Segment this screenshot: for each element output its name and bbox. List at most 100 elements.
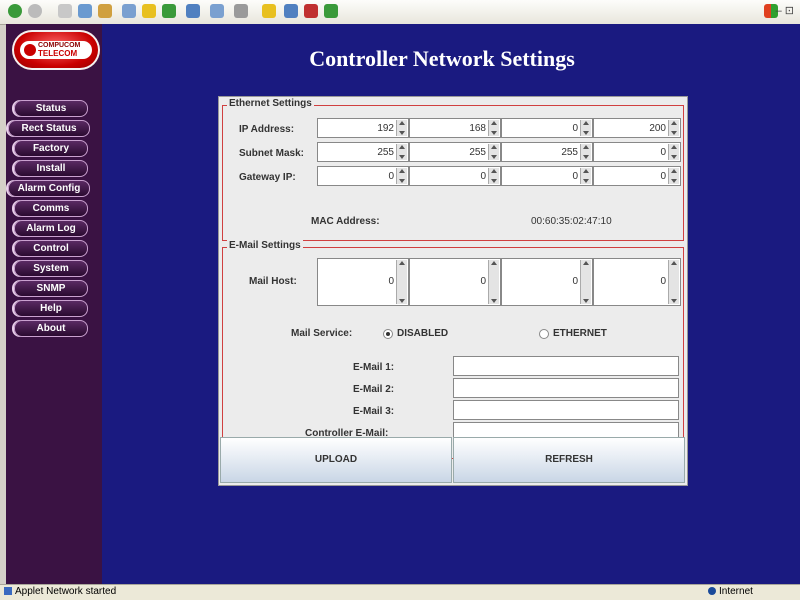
gateway-octet-4-spinner[interactable]: 0 xyxy=(593,166,681,186)
spin-down-icon[interactable] xyxy=(399,179,405,183)
mail-service-disabled-radio[interactable] xyxy=(383,329,393,339)
discuss-icon[interactable] xyxy=(284,4,298,18)
ip-octet-4-spinner[interactable]: 200 xyxy=(593,118,681,138)
spin-up-icon[interactable] xyxy=(583,169,589,173)
spin-down-icon[interactable] xyxy=(671,155,677,159)
stop-icon[interactable] xyxy=(58,4,72,18)
spin-down-icon[interactable] xyxy=(491,299,497,303)
ip-octet-1-spinner[interactable]: 192 xyxy=(317,118,409,138)
spin-down-icon[interactable] xyxy=(583,179,589,183)
mail-host-octet-4-spinner[interactable]: 0 xyxy=(593,258,681,306)
page-content: COMPUCOM TELECOM Status Rect Status Fact… xyxy=(6,24,800,584)
mail-host-octet-3-spinner[interactable]: 0 xyxy=(501,258,593,306)
ip-octet-2-spinner[interactable]: 168 xyxy=(409,118,501,138)
ethernet-settings-label: Ethernet Settings xyxy=(227,98,314,109)
email-1-field[interactable] xyxy=(453,356,679,376)
subnet-octet-4-spinner[interactable]: 0 xyxy=(593,142,681,162)
mail-host-octet-1-spinner[interactable]: 0 xyxy=(317,258,409,306)
spin-up-icon[interactable] xyxy=(671,261,677,265)
company-logo: COMPUCOM TELECOM xyxy=(12,30,100,70)
gateway-octet-3-spinner[interactable]: 0 xyxy=(501,166,593,186)
research-icon[interactable] xyxy=(324,4,338,18)
sidebar-item-snmp[interactable]: SNMP xyxy=(14,280,88,297)
spin-down-icon[interactable] xyxy=(671,179,677,183)
favorites-icon[interactable] xyxy=(142,4,156,18)
spin-up-icon[interactable] xyxy=(583,121,589,125)
mail-host-label: Mail Host: xyxy=(249,276,297,287)
mail-service-disabled-label[interactable]: DISABLED xyxy=(397,328,448,339)
media-icon[interactable] xyxy=(162,4,176,18)
spin-down-icon[interactable] xyxy=(399,131,405,135)
spin-down-icon[interactable] xyxy=(583,299,589,303)
messenger-icon[interactable] xyxy=(304,4,318,18)
sidebar-item-alarm-config[interactable]: Alarm Config xyxy=(8,180,90,197)
sidebar-item-status[interactable]: Status xyxy=(14,100,88,117)
subnet-octet-2-spinner[interactable]: 255 xyxy=(409,142,501,162)
sidebar-item-control[interactable]: Control xyxy=(14,240,88,257)
spin-down-icon[interactable] xyxy=(583,155,589,159)
subnet-octet-1-spinner[interactable]: 255 xyxy=(317,142,409,162)
refresh-button[interactable]: REFRESH xyxy=(453,437,685,483)
email-settings-label: E-Mail Settings xyxy=(227,240,303,251)
upload-button[interactable]: UPLOAD xyxy=(220,437,452,483)
spin-up-icon[interactable] xyxy=(399,261,405,265)
history-icon[interactable] xyxy=(186,4,200,18)
mail-host-octet-2-spinner[interactable]: 0 xyxy=(409,258,501,306)
search-icon[interactable] xyxy=(122,4,136,18)
subnet-octet-3-spinner[interactable]: 255 xyxy=(501,142,593,162)
spin-up-icon[interactable] xyxy=(671,145,677,149)
sidebar-item-about[interactable]: About xyxy=(14,320,88,337)
spin-up-icon[interactable] xyxy=(491,261,497,265)
ip-octet-3-spinner[interactable]: 0 xyxy=(501,118,593,138)
sidebar-item-factory[interactable]: Factory xyxy=(14,140,88,157)
spin-down-icon[interactable] xyxy=(583,131,589,135)
spin-up-icon[interactable] xyxy=(583,145,589,149)
browser-statusbar: Applet Network started Internet xyxy=(0,584,800,600)
forward-icon[interactable] xyxy=(28,4,42,18)
sidebar: COMPUCOM TELECOM Status Rect Status Fact… xyxy=(6,24,102,584)
spin-down-icon[interactable] xyxy=(399,155,405,159)
sidebar-item-rect-status[interactable]: Rect Status xyxy=(8,120,90,137)
sidebar-item-system[interactable]: System xyxy=(14,260,88,277)
gateway-octet-2-spinner[interactable]: 0 xyxy=(409,166,501,186)
sidebar-item-install[interactable]: Install xyxy=(14,160,88,177)
applet-icon xyxy=(4,587,12,595)
gateway-ip-label: Gateway IP: xyxy=(239,172,296,183)
mail-service-ethernet-radio[interactable] xyxy=(539,329,549,339)
spin-down-icon[interactable] xyxy=(399,299,405,303)
home-icon[interactable] xyxy=(98,4,112,18)
spin-up-icon[interactable] xyxy=(399,169,405,173)
email-1-label: E-Mail 1: xyxy=(353,362,395,373)
ip-address-label: IP Address: xyxy=(239,124,295,135)
email-settings-group: E-Mail Settings Mail Host: 0 0 0 0 Mail … xyxy=(222,240,684,459)
status-text: Applet Network started xyxy=(15,586,117,597)
print-icon[interactable] xyxy=(234,4,248,18)
spin-down-icon[interactable] xyxy=(491,179,497,183)
email-2-field[interactable] xyxy=(453,378,679,398)
spin-up-icon[interactable] xyxy=(399,145,405,149)
refresh-icon[interactable] xyxy=(78,4,92,18)
spin-down-icon[interactable] xyxy=(491,155,497,159)
spin-up-icon[interactable] xyxy=(583,261,589,265)
spin-up-icon[interactable] xyxy=(491,121,497,125)
spin-up-icon[interactable] xyxy=(491,169,497,173)
spin-up-icon[interactable] xyxy=(671,169,677,173)
window-controls[interactable]: – ⊡ xyxy=(776,4,794,17)
gateway-octet-1-spinner[interactable]: 0 xyxy=(317,166,409,186)
mail-service-ethernet-label[interactable]: ETHERNET xyxy=(553,328,607,339)
spin-up-icon[interactable] xyxy=(491,145,497,149)
sidebar-item-comms[interactable]: Comms xyxy=(14,200,88,217)
sidebar-item-alarm-log[interactable]: Alarm Log xyxy=(14,220,88,237)
spin-down-icon[interactable] xyxy=(491,131,497,135)
email-3-field[interactable] xyxy=(453,400,679,420)
spin-down-icon[interactable] xyxy=(671,299,677,303)
spin-up-icon[interactable] xyxy=(671,121,677,125)
spin-down-icon[interactable] xyxy=(671,131,677,135)
back-icon[interactable] xyxy=(8,4,22,18)
sidebar-item-help[interactable]: Help xyxy=(14,300,88,317)
zone-text: Internet xyxy=(719,586,753,597)
ethernet-settings-group: Ethernet Settings IP Address: 192 168 0 … xyxy=(222,98,684,241)
spin-up-icon[interactable] xyxy=(399,121,405,125)
edit-icon[interactable] xyxy=(262,4,276,18)
mail-icon[interactable] xyxy=(210,4,224,18)
